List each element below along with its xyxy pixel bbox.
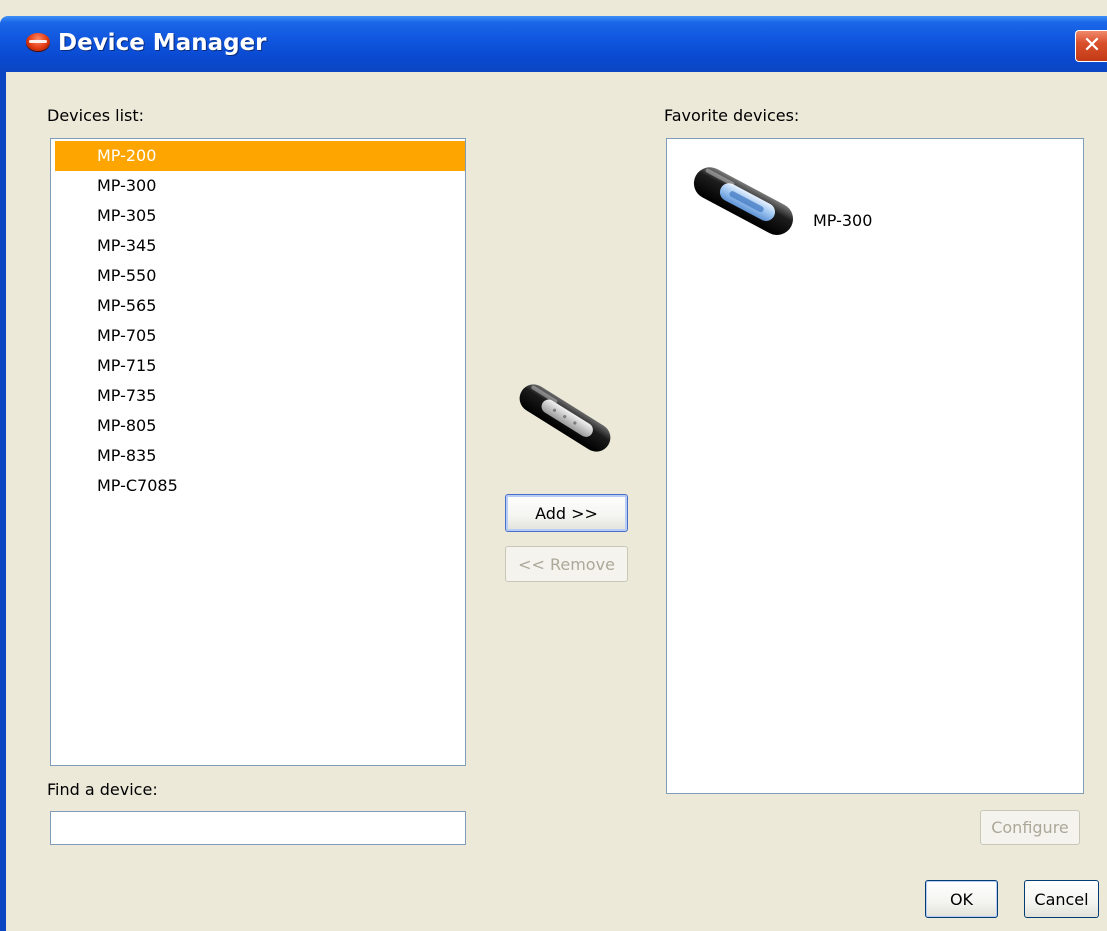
device-list-item[interactable]: MP-835 [55, 441, 465, 471]
devices-list-label: Devices list: [47, 106, 145, 125]
app-orb-icon [26, 33, 50, 51]
device-list-item[interactable]: MP-300 [55, 171, 465, 201]
favorite-device-item[interactable]: MP-300 [683, 159, 1063, 249]
device-list-item[interactable]: MP-200 [55, 141, 465, 171]
cancel-button[interactable]: Cancel [1024, 880, 1099, 918]
device-list-item[interactable]: MP-345 [55, 231, 465, 261]
devices-list[interactable]: MP-200 MP-300 MP-305 MP-345 MP-550 MP-565 MP-7… [50, 138, 466, 766]
window-title: Device Manager [58, 30, 267, 56]
device-list-item[interactable]: MP-565 [55, 291, 465, 321]
device-list-item[interactable]: MP-C7085 [55, 471, 465, 501]
device-list-item[interactable]: MP-705 [55, 321, 465, 351]
device-list-item[interactable]: MP-550 [55, 261, 465, 291]
device-list-item[interactable]: MP-735 [55, 381, 465, 411]
favorite-devices-label: Favorite devices: [664, 106, 800, 125]
favorite-device-label: MP-300 [813, 211, 873, 230]
remove-button[interactable]: << Remove [505, 546, 628, 582]
media-player-icon [693, 167, 794, 235]
add-button[interactable]: Add >> [505, 494, 628, 532]
close-button[interactable]: ✕ [1075, 30, 1107, 62]
find-device-input[interactable] [50, 811, 466, 845]
media-player-icon [519, 384, 611, 452]
device-list-item[interactable]: MP-805 [55, 411, 465, 441]
find-device-label: Find a device: [47, 780, 158, 799]
title-bar[interactable]: Device Manager ✕ [0, 16, 1107, 72]
configure-button[interactable]: Configure [980, 810, 1080, 845]
device-list-item[interactable]: MP-715 [55, 351, 465, 381]
ok-button[interactable]: OK [925, 880, 998, 918]
favorite-devices-list[interactable]: MP-300 [666, 138, 1084, 794]
device-manager-window: Device Manager ✕ Devices list: MP-200 MP-… [0, 0, 1107, 931]
device-list-item[interactable]: MP-305 [55, 201, 465, 231]
